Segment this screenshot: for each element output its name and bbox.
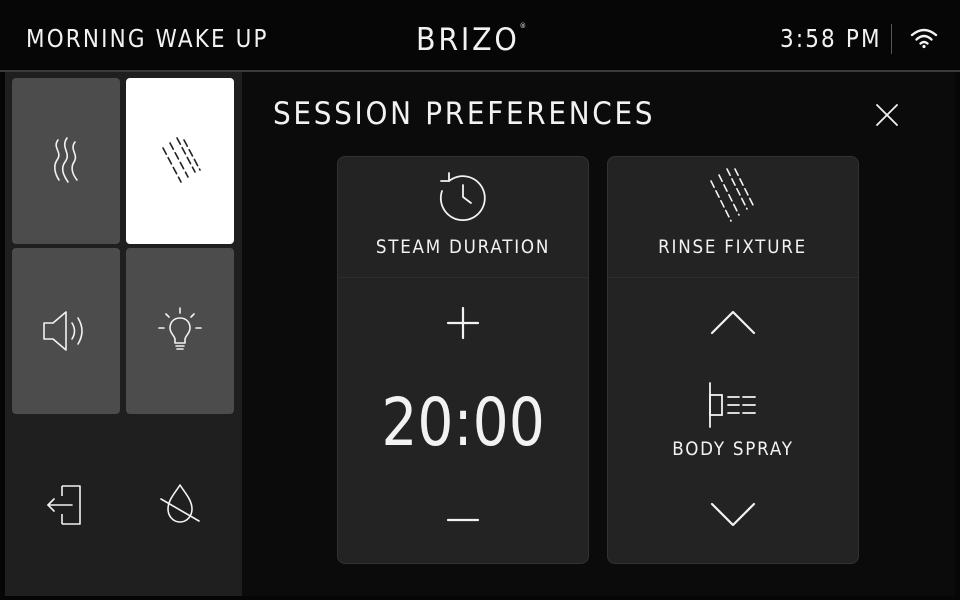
brand-registered-mark: ® (519, 22, 527, 30)
steam-duration-label: STEAM DURATION (375, 236, 551, 258)
steam-icon (54, 137, 78, 183)
timer-icon (439, 172, 486, 222)
light-bulb-icon (158, 307, 202, 350)
exit-icon (47, 485, 81, 525)
chevron-down-icon[interactable] (709, 500, 757, 530)
body-spray-icon (709, 382, 756, 428)
brand-wordmark: BRIZO (416, 22, 520, 58)
steam-duration-value: 20:00 (381, 384, 545, 461)
sidebar-tile-water-off[interactable] (126, 422, 234, 588)
speaker-icon (43, 311, 83, 351)
chevron-up-icon[interactable] (709, 307, 757, 337)
brand-logo: BRIZO® (416, 22, 526, 58)
minus-icon[interactable] (445, 502, 481, 538)
sidebar-tile-exit[interactable] (12, 422, 120, 588)
close-icon[interactable] (870, 98, 904, 132)
rinse-fixture-card-header: RINSE FIXTURE (608, 157, 858, 278)
water-off-icon (160, 484, 200, 523)
rinse-fixture-label: RINSE FIXTURE (658, 236, 808, 258)
clock: 3:58 PM (780, 24, 882, 53)
sidebar-tile-steam[interactable] (12, 78, 120, 244)
header-divider (891, 24, 892, 54)
sidebar-tile-lighting[interactable] (126, 248, 234, 414)
session-name: MORNING WAKE UP (26, 24, 269, 53)
wifi-icon (910, 28, 938, 49)
steam-duration-card: STEAM DURATION 20:00 (337, 156, 589, 564)
rinse-icon (162, 137, 201, 183)
sidebar (5, 72, 242, 596)
plus-icon[interactable] (445, 305, 481, 341)
page-title: SESSION PREFERENCES (273, 96, 656, 132)
rinse-fixture-card: RINSE FIXTURE BODY SPRAY (607, 156, 859, 564)
sidebar-tile-rinse[interactable] (126, 78, 234, 244)
main-panel: SESSION PREFERENCES STEAM DURATION 20:00 (242, 72, 955, 596)
top-bar: MORNING WAKE UP BRIZO® 3:58 PM (0, 0, 960, 70)
rinse-fixture-value: BODY SPRAY (672, 438, 794, 460)
sidebar-tile-audio[interactable] (12, 248, 120, 414)
steam-duration-card-header: STEAM DURATION (338, 157, 588, 278)
rinse-icon (710, 168, 754, 222)
